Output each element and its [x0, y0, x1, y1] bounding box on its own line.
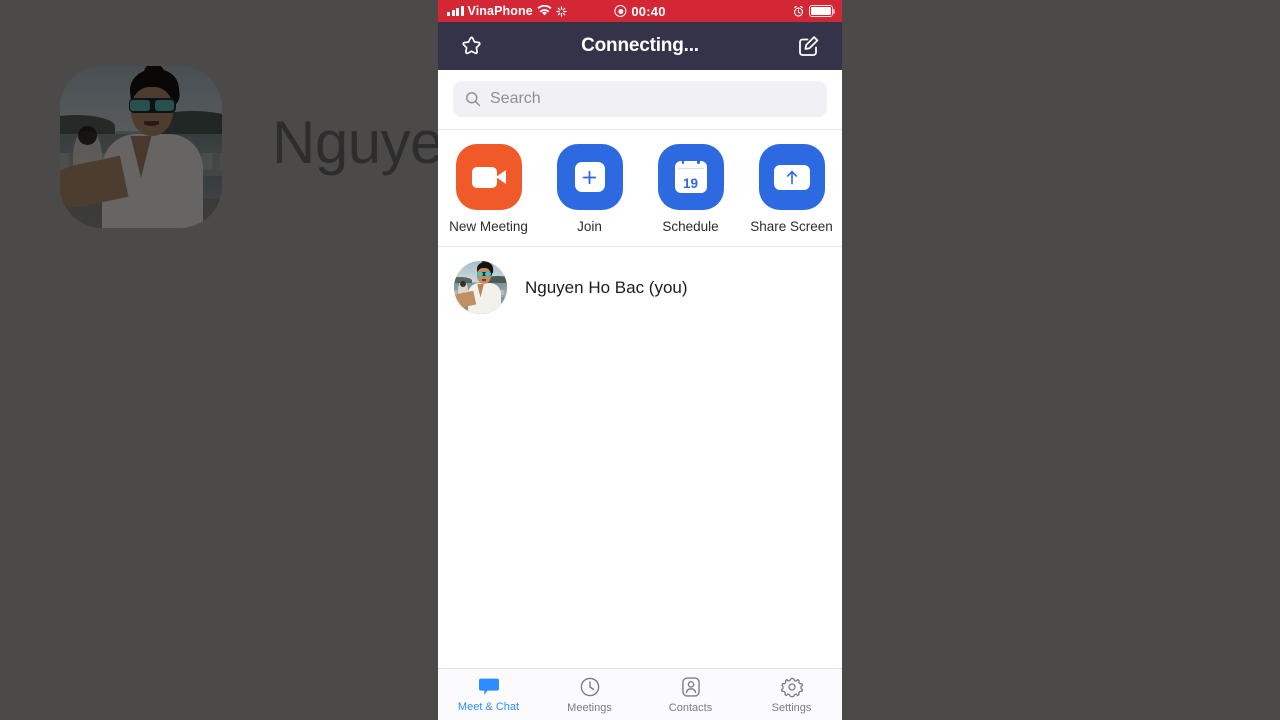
avatar [454, 261, 507, 314]
signal-bars-icon [447, 6, 464, 16]
new-meeting-tile [455, 144, 522, 210]
alarm-clock-icon [794, 5, 803, 17]
tab-contacts[interactable]: Contacts [640, 669, 741, 720]
star-icon[interactable] [454, 29, 488, 63]
quick-actions-row: New Meeting Join 19 Schedule Share Scree… [438, 130, 842, 246]
contact-name: Nguyen Ho Bac (you) [525, 277, 688, 297]
status-bar-center: 00:40 [614, 4, 665, 19]
activity-spinner-icon [556, 5, 567, 17]
list-item[interactable]: Nguyen Ho Bac (you) [438, 247, 842, 328]
search-placeholder: Search [490, 90, 541, 107]
navigation-bar: Connecting... [438, 22, 842, 70]
phone-screen: VinaPhone 00:40 Connecting... Search New… [438, 0, 842, 720]
photo-graphic [60, 66, 222, 228]
carrier-label: VinaPhone [467, 4, 533, 18]
share-screen-tile [758, 144, 825, 210]
background-avatar-image [60, 66, 222, 228]
new-meeting-label: New Meeting [449, 219, 528, 234]
recording-indicator-icon [614, 5, 627, 17]
up-arrow-icon [773, 164, 810, 190]
share-screen-button[interactable]: Share Screen [741, 144, 842, 234]
search-icon [466, 92, 481, 107]
person-icon [681, 676, 700, 697]
tab-meetings[interactable]: Meetings [539, 669, 640, 720]
empty-content-area [438, 328, 842, 720]
status-bar-left: VinaPhone [447, 4, 567, 18]
calendar-icon: 19 [674, 158, 707, 193]
contact-list: Nguyen Ho Bac (you) [438, 247, 842, 328]
tab-label: Meetings [567, 701, 612, 714]
plus-icon [574, 162, 605, 192]
schedule-label: Schedule [662, 219, 719, 234]
calendar-day-number: 19 [682, 175, 699, 191]
status-bar-right [793, 5, 836, 17]
page-title: Connecting... [581, 35, 699, 56]
tab-meet-and-chat[interactable]: Meet & Chat [438, 669, 539, 720]
battery-icon [809, 5, 836, 17]
schedule-tile: 19 [657, 144, 724, 210]
search-section: Search [438, 70, 842, 129]
search-input[interactable]: Search [453, 81, 827, 117]
status-time: 00:40 [631, 3, 666, 19]
video-camera-icon [471, 166, 506, 188]
share-screen-label: Share Screen [750, 219, 833, 234]
tab-label: Meet & Chat [457, 700, 520, 713]
status-bar: VinaPhone 00:40 [438, 0, 842, 22]
schedule-button[interactable]: 19 Schedule [640, 144, 741, 234]
tab-settings[interactable]: Settings [741, 669, 842, 720]
clock-icon [580, 677, 599, 696]
gear-icon [780, 677, 803, 697]
wifi-icon [537, 5, 552, 16]
compose-icon[interactable] [792, 29, 826, 63]
join-button[interactable]: Join [539, 144, 640, 234]
join-tile [556, 144, 623, 210]
chat-bubble-icon [478, 678, 499, 695]
tab-label: Settings [771, 701, 812, 714]
tab-label: Contacts [668, 701, 713, 714]
new-meeting-button[interactable]: New Meeting [438, 144, 539, 234]
bottom-tab-bar: Meet & Chat Meetings Contacts Settings [438, 668, 842, 720]
background-name-text: Nguye [272, 109, 443, 176]
photo-graphic [454, 261, 507, 314]
join-label: Join [577, 219, 602, 234]
